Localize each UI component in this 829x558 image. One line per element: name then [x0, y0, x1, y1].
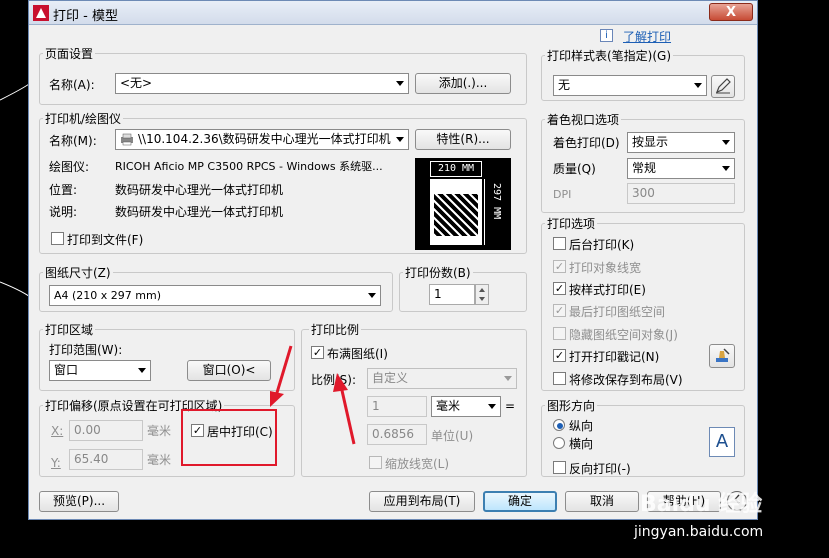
shade-plot-select[interactable]: 按显示 — [627, 132, 735, 153]
plot-stamp-label: 打开打印戳记(N) — [569, 350, 660, 364]
shaded-viewport-title: 着色视口选项 — [545, 111, 622, 128]
portrait-radio[interactable] — [553, 419, 565, 431]
print-dialog: 打印 - 模型 X i 了解打印 页面设置 名称(A): <无> 添加(.)..… — [28, 0, 758, 520]
quality-label: 质量(Q) — [553, 162, 596, 176]
baidu-url: jingyan.baidu.com — [634, 524, 764, 540]
hide-paperspace-objects-checkbox[interactable] — [553, 327, 566, 340]
ok-button[interactable]: 确定 — [483, 491, 557, 512]
plot-stamp-settings-button[interactable] — [709, 344, 735, 368]
plot-options-title: 打印选项 — [545, 215, 598, 232]
portrait-label: 纵向 — [569, 419, 594, 433]
dpi-label: DPI — [553, 188, 572, 201]
dpi-input[interactable]: 300 — [627, 183, 735, 204]
plot-paperspace-last-checkbox[interactable]: ✓ — [553, 304, 566, 317]
orientation-title: 图形方向 — [545, 397, 598, 414]
landscape-radio[interactable] — [553, 437, 565, 449]
plot-in-background-checkbox[interactable] — [553, 237, 566, 250]
plot-with-styles-label: 按样式打印(E) — [569, 283, 646, 297]
plot-upside-down-checkbox[interactable] — [553, 461, 566, 474]
plot-lineweights-label: 打印对象线宽 — [569, 261, 642, 275]
plot-style-title: 打印样式表(笔指定)(G) — [545, 47, 674, 64]
apply-to-layout-button[interactable]: 应用到布局(T) — [369, 491, 475, 512]
quality-select[interactable]: 常规 — [627, 158, 735, 179]
plot-style-select[interactable]: 无 — [553, 75, 707, 96]
cancel-button[interactable]: 取消 — [565, 491, 639, 512]
shade-plot-label: 着色打印(D) — [553, 136, 620, 150]
save-changes-to-layout-checkbox[interactable] — [553, 372, 566, 385]
hide-paperspace-objects-label: 隐藏图纸空间对象(J) — [569, 328, 678, 342]
plot-lineweights-checkbox[interactable]: ✓ — [553, 260, 566, 273]
orientation-preview-icon: A — [709, 427, 735, 457]
plot-upside-down-label: 反向打印(-) — [569, 462, 631, 476]
plot-with-styles-checkbox[interactable]: ✓ — [553, 282, 566, 295]
plot-stamp-checkbox[interactable]: ✓ — [553, 349, 566, 362]
preview-button[interactable]: 预览(P)... — [39, 491, 119, 512]
save-changes-to-layout-label: 将修改保存到布局(V) — [569, 373, 683, 387]
stamp-icon — [716, 348, 730, 362]
pencil-icon — [715, 78, 731, 94]
edit-plot-style-button[interactable] — [711, 75, 735, 98]
landscape-label: 横向 — [569, 437, 594, 451]
plot-paperspace-last-label: 最后打印图纸空间 — [569, 305, 666, 319]
baidu-watermark: Baidu 经验 — [640, 492, 763, 517]
plot-in-background-label: 后台打印(K) — [569, 238, 635, 252]
